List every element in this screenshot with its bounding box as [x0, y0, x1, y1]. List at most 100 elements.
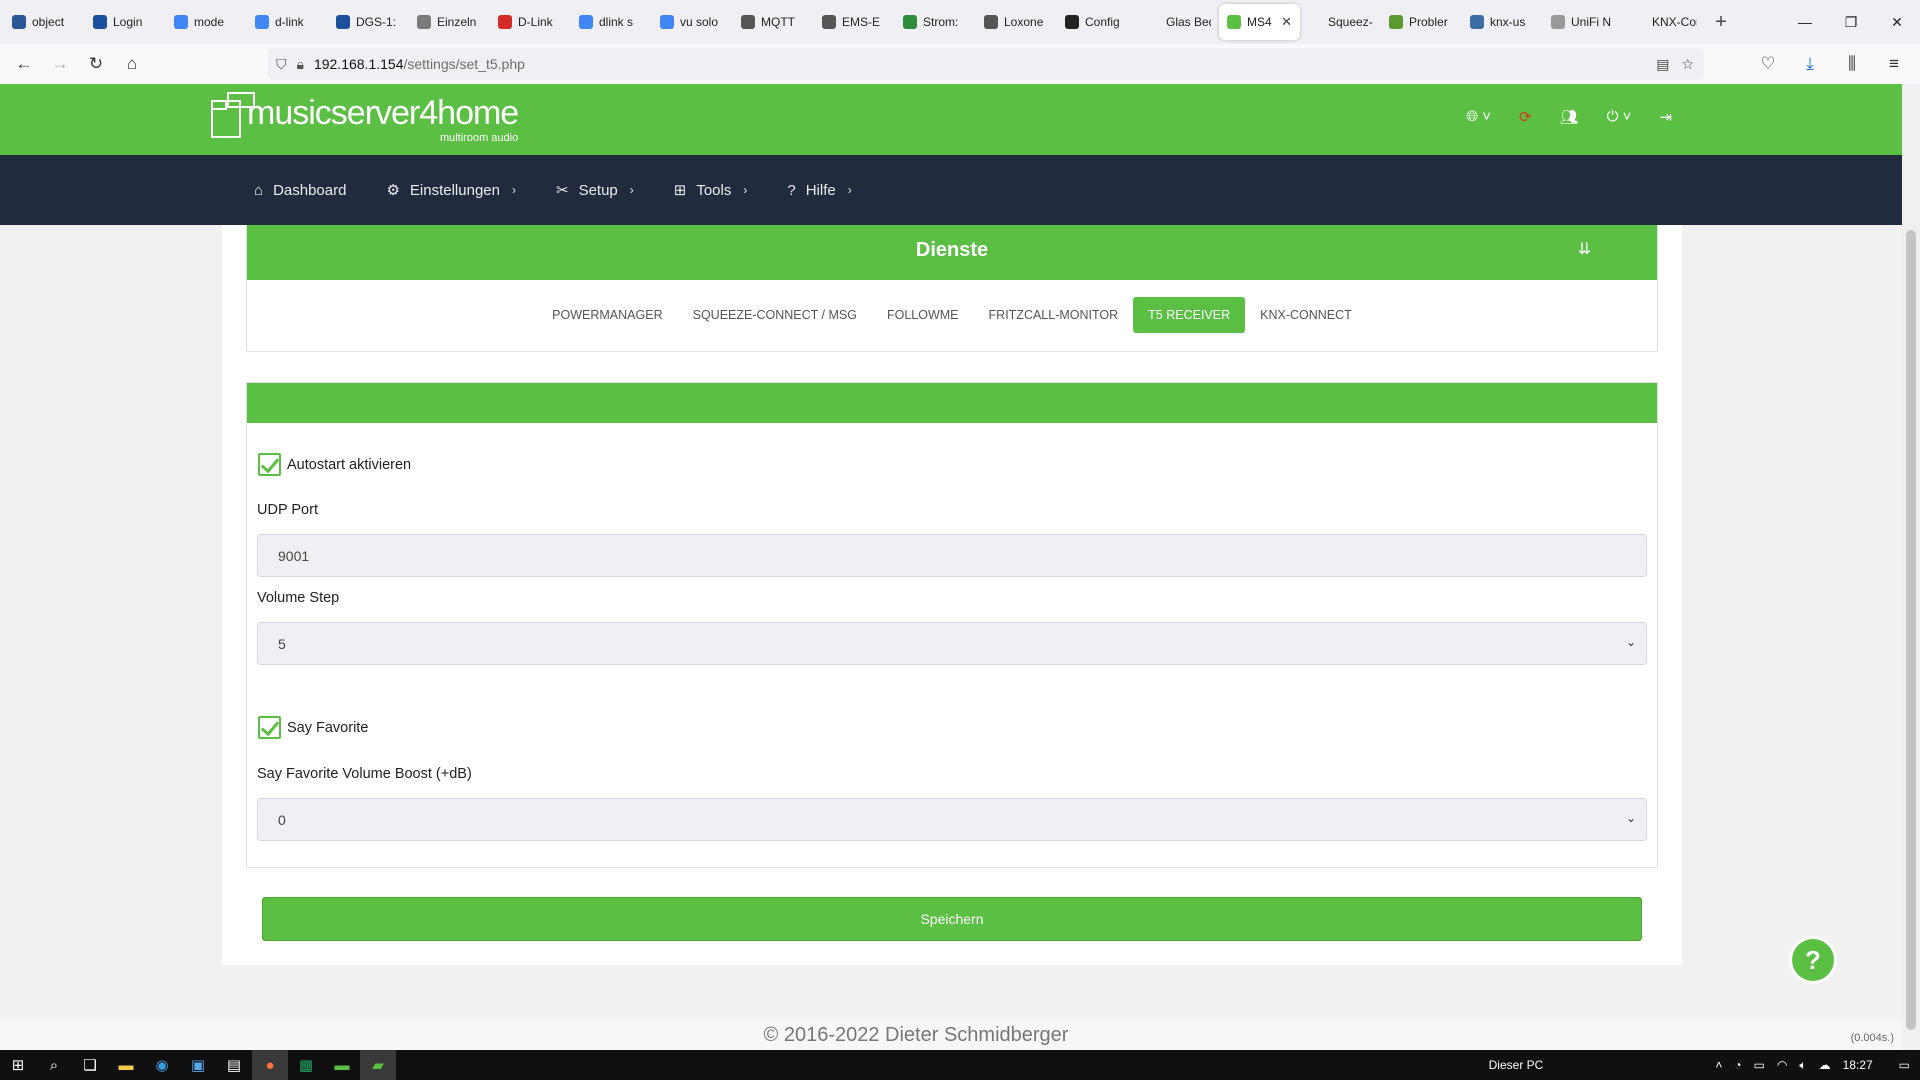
clock[interactable]: 18:27 — [1843, 1058, 1873, 1072]
tab-t5-receiver[interactable]: T5 RECEIVER — [1133, 297, 1246, 333]
ms4-app-icon[interactable]: ▰ — [360, 1050, 396, 1080]
udp-port-input[interactable]: 9001 — [257, 534, 1647, 577]
browser-tab[interactable]: DGS-1: — [328, 4, 409, 40]
autostart-checkbox[interactable]: Autostart aktivieren — [258, 453, 411, 476]
wifi-icon[interactable]: ◠ — [1777, 1058, 1787, 1072]
forward-icon[interactable]: → — [42, 48, 78, 80]
chevron-right-icon: › — [511, 183, 516, 197]
browser-tab[interactable]: knx-us — [1462, 4, 1543, 40]
services-panel: Dienste ⇊ POWERMANAGER SQUEEZE-CONNECT / … — [246, 225, 1658, 352]
file-explorer-icon[interactable]: ▬ — [108, 1050, 144, 1080]
library-icon[interactable]: ⫼ — [1834, 48, 1870, 80]
back-icon[interactable]: ← — [6, 48, 42, 80]
excel-icon[interactable]: ▦ — [288, 1050, 324, 1080]
brand-name: musicserver4home — [247, 94, 519, 132]
bookmark-star-icon[interactable]: ☆ — [1681, 56, 1694, 73]
language-globe-icon[interactable]: 🌐︎ ˅ — [1466, 108, 1491, 126]
blank-icon — [1308, 15, 1322, 29]
scrollbar-thumb[interactable] — [1906, 230, 1916, 1030]
tray-chevron-icon[interactable]: ˄ — [1715, 1058, 1722, 1072]
browser-tab[interactable]: MS4 ✕ — [1219, 4, 1300, 40]
sort-icon[interactable]: ⇊ — [1578, 239, 1591, 259]
menu-item-hilfe[interactable]: ? Hilfe › — [787, 182, 851, 199]
browser-tab[interactable]: EMS-E — [814, 4, 895, 40]
home-icon[interactable]: ⌂ — [114, 48, 150, 80]
menu-item-label: Einstellungen — [409, 181, 500, 199]
tab-squeeze-connect-msg[interactable]: SQUEEZE-CONNECT / MSG — [678, 297, 872, 333]
menu-item-tools[interactable]: ⊞ Tools › — [674, 181, 748, 200]
device-icon — [984, 15, 998, 29]
close-tab-icon[interactable]: ✕ — [1281, 14, 1292, 30]
power-icon[interactable]: ⏻ ˅ — [1607, 108, 1632, 126]
volume-step-select[interactable]: 5 ⌄ — [257, 622, 1647, 665]
logout-icon[interactable]: ⇥ — [1659, 108, 1672, 126]
lock-icon[interactable]: 🔒︎ — [297, 56, 304, 73]
minimize-icon[interactable]: — — [1782, 0, 1828, 44]
browser-tab[interactable]: d-link — [247, 4, 328, 40]
browser-tab[interactable]: UniFi N — [1543, 4, 1624, 40]
browser-tab[interactable]: Strom: — [895, 4, 976, 40]
browser-tab[interactable]: Probler — [1381, 4, 1462, 40]
chevron-right-icon: › — [629, 183, 634, 197]
download-icon[interactable]: ⤓ — [1792, 48, 1828, 80]
browser-tab[interactable]: KNX-Conn — [1624, 4, 1705, 40]
ms4-icon — [1227, 15, 1241, 29]
brand-logo[interactable]: musicserver4home multiroom audio — [211, 92, 519, 144]
browser-tab[interactable]: mode — [166, 4, 247, 40]
tab-followme[interactable]: FOLLOWME — [872, 297, 974, 333]
edge-icon[interactable]: ◉ — [144, 1050, 180, 1080]
search-icon[interactable]: ⌕ — [36, 1050, 72, 1080]
save-button[interactable]: Speichern — [262, 897, 1642, 941]
menu-icon[interactable]: ≡ — [1876, 48, 1912, 80]
browser-tab[interactable]: Squeez-Co — [1300, 4, 1381, 40]
firefox-icon[interactable]: ● — [252, 1050, 288, 1080]
app-green-icon[interactable]: ▬ — [324, 1050, 360, 1080]
tab-knx-connect[interactable]: KNX-CONNECT — [1245, 297, 1367, 333]
browser-tab[interactable]: Login — [85, 4, 166, 40]
close-window-icon[interactable]: ✕ — [1874, 0, 1920, 44]
battery-icon[interactable]: ▭ — [1754, 1058, 1765, 1072]
browser-tab[interactable]: Glas Bedien — [1138, 4, 1219, 40]
tab-fritzcall-monitor[interactable]: FRITZCALL-MONITOR — [974, 297, 1134, 333]
browser-tab[interactable]: MQTT — [733, 4, 814, 40]
menu-item-dashboard[interactable]: ⌂ Dashboard — [254, 182, 346, 199]
new-tab-button[interactable]: + — [1705, 11, 1737, 34]
autostart-label: Autostart aktivieren — [287, 456, 412, 473]
boost-select[interactable]: 0 ⌄ — [257, 798, 1647, 841]
browser-tab-label: knx-us — [1490, 15, 1526, 29]
windows-taskbar: ⊞ ⌕ ❏ ▬ ◉ ▣ ▤ ● ▦ ▬ ▰ Dieser PC ˄ ◔ ▭ ◠ … — [0, 1050, 1920, 1080]
reload-icon[interactable]: ↻ — [78, 48, 114, 80]
boost-label: Say Favorite Volume Boost (+dB) — [257, 766, 472, 782]
sync-icon[interactable]: ⟳ — [1519, 108, 1532, 126]
browser-tab[interactable]: object — [4, 4, 85, 40]
menu-item-setup[interactable]: ✂ Setup › — [556, 181, 634, 200]
url-bar[interactable]: ⛉ 🔒︎ 192.168.1.154/settings/set_t5.php ▤… — [268, 48, 1704, 80]
restore-icon[interactable]: ❐ — [1828, 0, 1874, 44]
users-icon[interactable]: 👥︎ — [1560, 108, 1579, 126]
page-scrollbar[interactable] — [1902, 84, 1920, 1050]
house-icon — [903, 15, 917, 29]
windows-start-icon[interactable]: ⊞ — [0, 1050, 36, 1080]
browser-tab[interactable]: D-Link — [490, 4, 571, 40]
browser-tab[interactable]: Loxone — [976, 4, 1057, 40]
pocket-icon[interactable]: ♡ — [1750, 48, 1786, 80]
notifications-icon[interactable]: ▭ — [1899, 1058, 1910, 1072]
remote-desktop-icon[interactable]: ▣ — [180, 1050, 216, 1080]
help-button[interactable]: ? — [1792, 939, 1834, 981]
volume-icon[interactable]: 🔈︎ — [1799, 1058, 1806, 1073]
cloud-icon[interactable]: ☁ — [1819, 1058, 1831, 1072]
shield-icon[interactable]: ⛉ — [276, 56, 287, 73]
notepad-icon[interactable]: ▤ — [216, 1050, 252, 1080]
browser-tab[interactable]: Einzeln — [409, 4, 490, 40]
menu-item-einstellungen[interactable]: ⚙ Einstellungen › — [386, 181, 516, 200]
task-view-icon[interactable]: ❏ — [72, 1050, 108, 1080]
tray-label[interactable]: Dieser PC — [1489, 1058, 1544, 1072]
browser-tab[interactable]: vu solo — [652, 4, 733, 40]
tab-powermanager[interactable]: POWERMANAGER — [537, 297, 677, 333]
reader-view-icon[interactable]: ▤ — [1656, 56, 1669, 73]
browser-tab[interactable]: Config — [1057, 4, 1138, 40]
network-icon[interactable]: ◔ — [1734, 1058, 1741, 1072]
say-favorite-checkbox[interactable]: Say Favorite — [258, 716, 368, 739]
browser-tab[interactable]: dlink s — [571, 4, 652, 40]
browser-tab-label: Login — [113, 15, 143, 29]
